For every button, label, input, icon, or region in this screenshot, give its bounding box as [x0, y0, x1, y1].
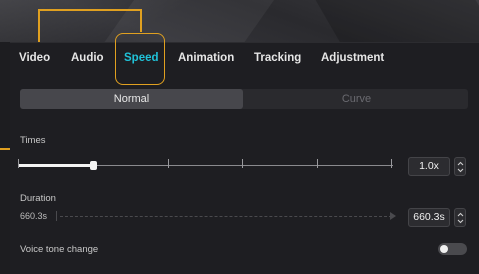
duration-label: Duration	[20, 193, 56, 204]
duration-line	[60, 216, 392, 217]
duration-value-input[interactable]: 660.3s	[408, 208, 450, 227]
duration-line-start	[56, 211, 57, 221]
normal-mode-button[interactable]: Normal	[20, 89, 243, 109]
times-value-input[interactable]: 1.0x	[408, 157, 450, 176]
slider-tick	[317, 159, 318, 168]
callout-line	[140, 9, 142, 32]
voice-tone-label: Voice tone change	[20, 244, 99, 255]
tab-tracking[interactable]: Tracking	[254, 52, 301, 64]
times-stepper[interactable]	[454, 157, 466, 176]
stepper-chevron-icon	[457, 161, 464, 173]
tab-audio[interactable]: Audio	[71, 52, 104, 64]
tab-bar: Video Audio Speed Animation Tracking Adj…	[10, 33, 479, 85]
times-label: Times	[20, 135, 46, 146]
arrow-right-icon	[390, 212, 396, 220]
slider-tick	[18, 159, 19, 168]
callout-line	[38, 9, 142, 11]
window-background	[0, 0, 479, 60]
tab-animation[interactable]: Animation	[178, 52, 234, 64]
voice-tone-toggle[interactable]	[438, 243, 467, 255]
properties-panel: Video Audio Speed Animation Tracking Adj…	[10, 33, 479, 274]
times-slider-thumb[interactable]	[90, 161, 97, 170]
duration-stepper[interactable]	[454, 208, 466, 227]
times-slider-fill	[18, 164, 93, 167]
toggle-knob	[440, 245, 448, 253]
speed-tab-highlight	[115, 33, 165, 85]
curve-mode-button[interactable]: Curve	[245, 89, 468, 109]
slider-tick	[242, 159, 243, 168]
duration-start-value: 660.3s	[20, 211, 48, 221]
stepper-chevron-icon	[457, 212, 464, 224]
speed-mode-selector: Normal Curve	[20, 89, 468, 109]
tab-adjustment[interactable]: Adjustment	[321, 52, 384, 64]
slider-tick	[168, 159, 169, 168]
slider-tick	[391, 159, 392, 168]
tab-video[interactable]: Video	[19, 52, 50, 64]
